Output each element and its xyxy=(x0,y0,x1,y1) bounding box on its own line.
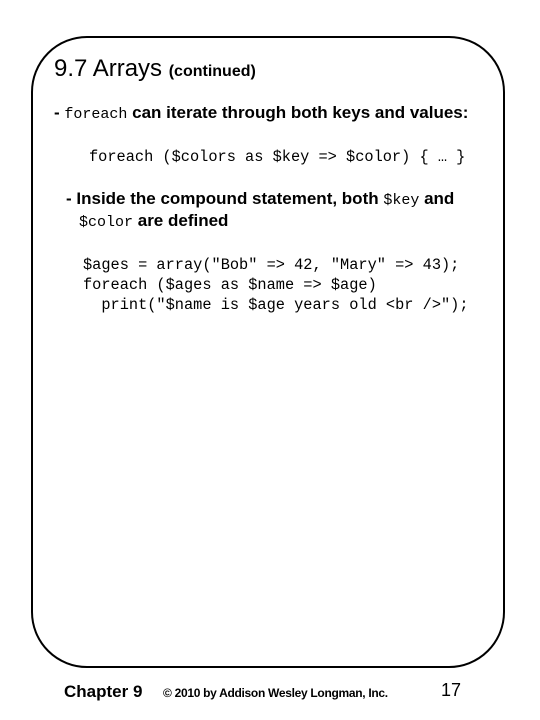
bullet-text: and xyxy=(419,189,455,208)
title-main: 9.7 Arrays xyxy=(54,55,163,82)
bullet-text: - Inside the compound statement, both xyxy=(66,189,384,208)
bullet-compound-line2: $color are defined xyxy=(79,210,228,234)
code-line-2: foreach ($ages as $name => $age) xyxy=(83,276,377,294)
code-example-foreach: foreach ($colors as $key => $color) { … … xyxy=(89,148,466,166)
bullet-text: can iterate through both keys and values… xyxy=(127,103,469,122)
title-subtitle: (continued) xyxy=(168,63,256,80)
bullet-compound-line1: - Inside the compound statement, both $k… xyxy=(66,188,454,212)
code-term-color: $color xyxy=(79,214,134,231)
slide-frame xyxy=(31,36,505,668)
code-term-key: $key xyxy=(383,192,420,209)
bullet-text: are defined xyxy=(133,211,229,230)
code-term-foreach: foreach xyxy=(64,106,128,123)
bullet-prefix: - xyxy=(54,103,65,122)
slide-title: 9.7 Arrays (continued) xyxy=(54,55,256,86)
footer-chapter: Chapter 9 xyxy=(64,682,143,701)
footer-page-number: 17 xyxy=(441,680,462,700)
code-line-3: print("$name is $age years old <br />"); xyxy=(83,296,469,314)
bullet-foreach: - foreach can iterate through both keys … xyxy=(54,102,468,126)
code-line-1: $ages = array("Bob" => 42, "Mary" => 43)… xyxy=(83,256,460,274)
footer-copyright: © 2010 by Addison Wesley Longman, Inc. xyxy=(163,686,388,700)
